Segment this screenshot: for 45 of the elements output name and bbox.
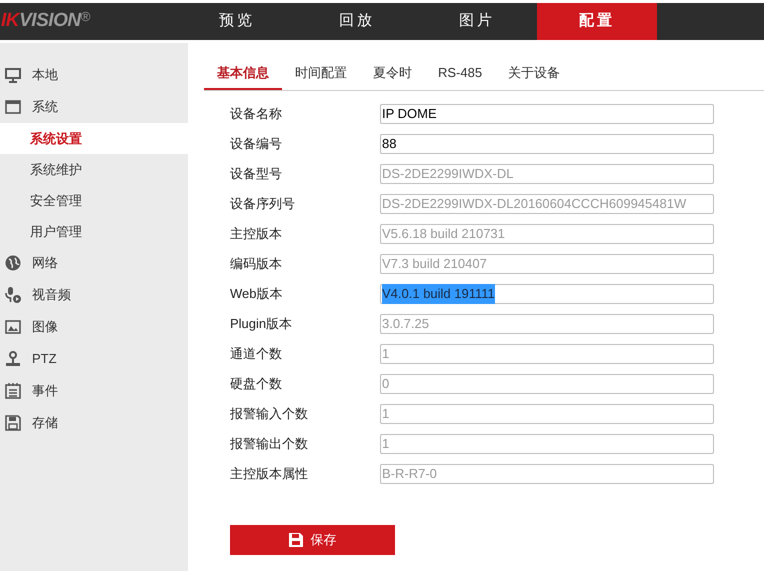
logo: IKVISION®: [1, 8, 90, 34]
field-label: Web版本: [230, 285, 284, 304]
field-label: 硬盘个数: [230, 375, 283, 394]
sidebar-item[interactable]: 存储: [0, 407, 188, 439]
text-field[interactable]: 88: [380, 134, 714, 154]
monitor-icon: [4, 66, 22, 84]
joystick-icon: [4, 350, 22, 368]
nav-tab[interactable]: 配置: [537, 3, 657, 40]
window-icon: [4, 98, 22, 116]
microphone-play-icon: [4, 286, 22, 304]
sidebar-subitem[interactable]: 系统维护: [0, 154, 188, 185]
field-label: 报警输出个数: [230, 435, 309, 454]
sidebar-item[interactable]: 本地: [0, 59, 188, 91]
nav-tab[interactable]: 回放: [297, 3, 417, 40]
field-label: Plugin版本: [230, 315, 294, 334]
field-label: 报警输入个数: [230, 405, 309, 424]
sidebar-subitem[interactable]: 安全管理: [0, 185, 188, 216]
globe-icon: [4, 254, 22, 272]
field-label: 通道个数: [230, 345, 283, 364]
tab[interactable]: 关于设备: [495, 57, 574, 90]
text-field[interactable]: IP DOME: [380, 104, 714, 124]
field-label: 编码版本: [230, 255, 283, 274]
sidebar-item[interactable]: PTZ: [0, 343, 188, 375]
tab[interactable]: 基本信息: [204, 57, 282, 90]
tab[interactable]: 夏令时: [360, 57, 425, 90]
calendar-list-icon: [4, 382, 22, 400]
sidebar-item[interactable]: 事件: [0, 375, 188, 407]
sidebar-subitem[interactable]: 系统设置: [0, 123, 188, 154]
nav-tab[interactable]: 预览: [177, 3, 297, 40]
sidebar-item[interactable]: 图像: [0, 311, 188, 343]
nav-tab[interactable]: 图片: [417, 3, 537, 40]
tab[interactable]: RS-485: [425, 57, 496, 90]
field-label: 设备编号: [230, 135, 283, 154]
image-icon: [4, 318, 22, 336]
field-label: 设备序列号: [230, 195, 296, 214]
sidebar-subitem[interactable]: 用户管理: [0, 216, 188, 247]
sidebar-item[interactable]: 视音频: [0, 279, 188, 311]
save-button[interactable]: 保存: [230, 525, 395, 555]
field-label: 设备名称: [230, 105, 283, 124]
tab[interactable]: 时间配置: [282, 57, 360, 90]
sidebar-item[interactable]: 网络: [0, 247, 188, 279]
field-label: 设备型号: [230, 165, 283, 184]
field-label: 主控版本: [230, 225, 283, 244]
field-label: 主控版本属性: [230, 465, 309, 484]
sidebar-item[interactable]: 系统: [0, 91, 188, 123]
